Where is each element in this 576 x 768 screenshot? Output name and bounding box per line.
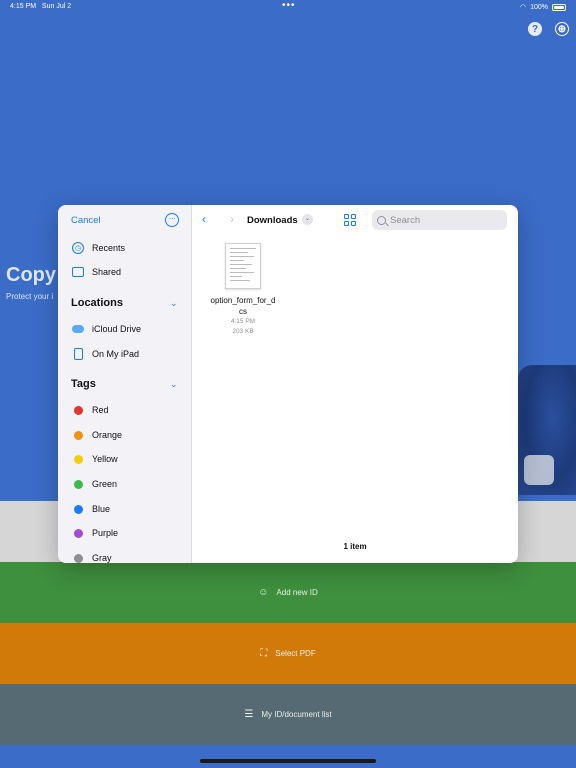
sidebar-item-label: Purple — [92, 528, 119, 538]
status-time: 4:15 PM Sun Jul 2 — [10, 3, 72, 10]
list-icon: ☰ — [244, 709, 254, 720]
status-bar: 4:15 PM Sun Jul 2 ••• ◠ 100% — [0, 0, 576, 14]
sidebar-item-tag-green[interactable]: Green — [72, 475, 117, 493]
green-tag-dot-icon — [74, 479, 83, 489]
grid-view-icon[interactable] — [344, 214, 356, 226]
blue-tag-dot-icon — [74, 504, 83, 514]
file-browser-pane: ‹ › Downloads ⌄ option_form_for — [192, 205, 518, 563]
scan-icon: ⛶ — [260, 648, 268, 659]
cloud-icon — [72, 323, 84, 335]
sidebar-header: Cancel ··· — [58, 205, 191, 235]
purple-tag-dot-icon — [74, 528, 83, 538]
wifi-icon: ◠ — [519, 4, 527, 11]
folder-title[interactable]: Downloads — [247, 215, 298, 226]
pdf-thumbnail — [225, 243, 261, 289]
search-icon — [377, 215, 386, 225]
sidebar-item-label: Recents — [92, 243, 126, 253]
sidebar-item-label: Shared — [92, 267, 122, 277]
clock-icon: ◷ — [72, 242, 84, 254]
document-list-label: My ID/document list — [261, 710, 332, 719]
sidebar-item-label: Red — [92, 405, 109, 415]
sidebar-item-tag-gray[interactable]: Gray — [72, 549, 112, 563]
sidebar-item-tag-purple[interactable]: Purple — [72, 524, 118, 542]
sidebar-item-label: Gray — [92, 553, 112, 563]
sidebar-item-on-my-ipad[interactable]: On My iPad — [72, 345, 139, 363]
add-new-id-label: Add new ID — [276, 588, 318, 597]
battery-percent: 100% — [530, 3, 548, 11]
question-circle-icon[interactable]: ? — [528, 22, 542, 36]
yellow-tag-dot-icon — [74, 454, 83, 464]
file-picker-sidebar: Cancel ··· ◷ Recents Shared Locations ⌄ … — [58, 205, 192, 563]
red-tag-dot-icon — [74, 405, 83, 415]
background-subtitle: Protect your i — [6, 292, 54, 301]
sidebar-item-tag-blue[interactable]: Blue — [72, 500, 110, 518]
item-count: 1 item — [343, 542, 367, 551]
background-title: Copy — [6, 264, 56, 286]
file-name: option_form_for_dcs — [210, 296, 276, 316]
search-input[interactable] — [390, 214, 500, 226]
chevron-right-icon[interactable]: › — [230, 212, 234, 226]
locations-heading[interactable]: Locations — [71, 297, 123, 309]
globe-icon[interactable]: ⊕ — [555, 22, 569, 36]
chevron-down-icon[interactable]: ⌄ — [302, 214, 313, 225]
chevron-down-icon[interactable]: ⌄ — [170, 298, 178, 309]
status-right: ◠ 100% — [520, 3, 566, 11]
person-icon: ☺ — [258, 587, 269, 598]
file-picker-dialog: Cancel ··· ◷ Recents Shared Locations ⌄ … — [58, 205, 518, 563]
shared-folder-icon — [72, 266, 84, 278]
tags-heading[interactable]: Tags — [71, 378, 96, 390]
ipad-icon — [72, 348, 84, 360]
sidebar-item-label: Blue — [92, 504, 111, 514]
file-item[interactable]: option_form_for_dcs 4:15 PM 203 KB — [210, 243, 276, 337]
sidebar-item-tag-red[interactable]: Red — [72, 401, 109, 419]
file-size: 203 KB — [232, 328, 254, 335]
select-pdf-button[interactable]: ⛶ Select PDF — [0, 623, 576, 684]
sidebar-item-tag-orange[interactable]: Orange — [72, 426, 122, 444]
search-field[interactable] — [372, 210, 507, 230]
sidebar-item-label: Orange — [92, 430, 123, 440]
chevron-left-icon[interactable]: ‹ — [202, 212, 206, 226]
add-new-id-button[interactable]: ☺ Add new ID — [0, 562, 576, 623]
cancel-button[interactable]: Cancel — [71, 215, 101, 226]
file-browser-toolbar: ‹ › Downloads ⌄ — [192, 205, 518, 235]
select-pdf-label: Select PDF — [275, 649, 316, 658]
sidebar-item-label: Yellow — [92, 454, 118, 464]
sidebar-item-recents[interactable]: ◷ Recents — [72, 239, 125, 257]
more-options-icon[interactable]: ··· — [165, 213, 179, 227]
sidebar-item-label: On My iPad — [92, 349, 140, 359]
document-list-button[interactable]: ☰ My ID/document list — [0, 684, 576, 745]
orange-tag-dot-icon — [74, 430, 83, 440]
sidebar-item-icloud-drive[interactable]: iCloud Drive — [72, 320, 141, 338]
file-time: 4:15 PM — [230, 318, 256, 325]
sidebar-item-tag-yellow[interactable]: Yellow — [72, 450, 118, 468]
background-photo — [518, 365, 576, 495]
sidebar-item-label: iCloud Drive — [92, 324, 142, 334]
sidebar-item-label: Green — [92, 479, 118, 489]
gray-tag-dot-icon — [74, 553, 83, 563]
chevron-down-icon[interactable]: ⌄ — [170, 379, 178, 390]
multitasking-dots-icon[interactable]: ••• — [282, 0, 296, 11]
home-indicator[interactable] — [200, 759, 376, 763]
battery-icon — [552, 3, 566, 11]
sidebar-item-shared[interactable]: Shared — [72, 263, 121, 281]
